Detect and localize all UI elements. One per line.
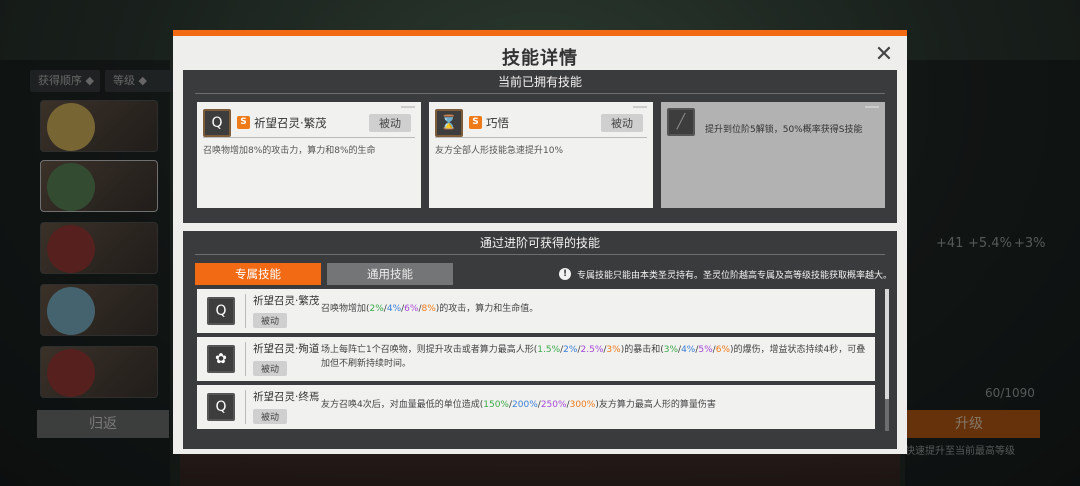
passive-tag: 被动 bbox=[601, 113, 643, 132]
skill-description: 友方全部人形技能急速提升10% bbox=[435, 146, 564, 156]
divider bbox=[245, 294, 246, 328]
divider bbox=[245, 390, 246, 424]
notice-text: 专属技能只能由本类圣灵持有。圣灵位阶越高专属及高等级技能获取概率越大。 bbox=[577, 270, 893, 281]
close-icon[interactable]: ✕ bbox=[871, 42, 897, 68]
unlock-hint: 提升到位阶5解锁，50%概率获得S技能 bbox=[705, 125, 863, 135]
skill-description: 场上每阵亡1个召唤物，则提升攻击或者算力最高人形(1.5%/2%/2.5%/3%… bbox=[321, 345, 866, 369]
divider bbox=[245, 342, 246, 376]
martyr-skill-icon: ✿ bbox=[207, 345, 235, 373]
obtainable-skills-panel: 通过进阶可获得的技能 专属技能 通用技能 ! 专属技能只能由本类圣灵持有。圣灵位… bbox=[183, 231, 897, 449]
hourglass-icon: ⌛ bbox=[435, 108, 463, 137]
obtainable-skills-header: 通过进阶可获得的技能 bbox=[195, 231, 885, 255]
skill-name: 巧悟 bbox=[486, 115, 509, 130]
skill-list[interactable]: Q 祈望召灵·繁茂 被动 召唤物增加(2%/4%/6%/8%)的攻击，算力和生命… bbox=[197, 289, 875, 431]
skill-description: 召唤物增加(2%/4%/6%/8%)的攻击，算力和生命值。 bbox=[321, 304, 539, 314]
card-corner-decoration bbox=[865, 106, 879, 108]
passive-tag: 被动 bbox=[253, 409, 288, 424]
modal-title: 技能详情 bbox=[502, 48, 578, 69]
tab-exclusive-skills[interactable]: 专属技能 bbox=[195, 263, 321, 285]
scrollbar-thumb[interactable] bbox=[885, 289, 889, 399]
owned-skills-panel: 当前已拥有技能 Q S 祈望召灵·繁茂 被动 召唤物增加8%的攻击力，算力和8%… bbox=[183, 70, 897, 223]
tab-general-skills[interactable]: 通用技能 bbox=[327, 263, 453, 285]
list-item[interactable]: ✿ 祈望召灵·殉道 被动 场上每阵亡1个召唤物，则提升攻击或者算力最高人形(1.… bbox=[197, 337, 875, 381]
list-item[interactable]: Q 祈望召灵·繁茂 被动 召唤物增加(2%/4%/6%/8%)的攻击，算力和生命… bbox=[197, 289, 875, 333]
skill-name: 祈望召灵·繁茂 bbox=[254, 115, 327, 130]
passive-tag: 被动 bbox=[253, 361, 288, 376]
finale-skill-icon: Q bbox=[207, 393, 235, 421]
locked-slot-icon: ╱ bbox=[667, 108, 695, 136]
rank-s-badge: S bbox=[469, 116, 482, 129]
skill-description: 召唤物增加8%的攻击力，算力和8%的生命 bbox=[203, 146, 376, 156]
card-corner-decoration bbox=[633, 106, 647, 108]
info-icon: ! bbox=[559, 268, 571, 280]
list-item[interactable]: Q 祈望召灵·终焉 被动 友方召唤4次后，对血量最低的单位造成(150%/200… bbox=[197, 385, 875, 429]
scrollbar[interactable] bbox=[885, 289, 889, 431]
skill-name: 祈望召灵·殉道 bbox=[253, 343, 320, 355]
notice: ! 专属技能只能由本类圣灵持有。圣灵位阶越高专属及高等级技能获取概率越大。 bbox=[559, 268, 892, 281]
rank-s-badge: S bbox=[237, 116, 250, 129]
owned-skill-card[interactable]: Q S 祈望召灵·繁茂 被动 召唤物增加8%的攻击力，算力和8%的生命 bbox=[197, 102, 421, 208]
skill-details-modal: 技能详情 ✕ 当前已拥有技能 Q S 祈望召灵·繁茂 被动 召唤物增加8%的攻击… bbox=[173, 30, 907, 454]
passive-tag: 被动 bbox=[253, 313, 288, 328]
skill-description: 友方召唤4次后，对血量最低的单位造成(150%/200%/250%/300%)友… bbox=[321, 400, 716, 410]
card-corner-decoration bbox=[401, 106, 415, 108]
passive-tag: 被动 bbox=[369, 113, 411, 132]
skill-name: 祈望召灵·终焉 bbox=[253, 391, 320, 403]
summon-skill-icon: Q bbox=[207, 297, 235, 325]
owned-skills-header: 当前已拥有技能 bbox=[195, 70, 885, 94]
owned-skill-card[interactable]: ⌛ S 巧悟 被动 友方全部人形技能急速提升10% bbox=[429, 102, 653, 208]
skill-name: 祈望召灵·繁茂 bbox=[253, 295, 320, 307]
locked-skill-slot[interactable]: ╱ 提升到位阶5解锁，50%概率获得S技能 bbox=[661, 102, 885, 208]
summon-skill-icon: Q bbox=[203, 108, 231, 137]
